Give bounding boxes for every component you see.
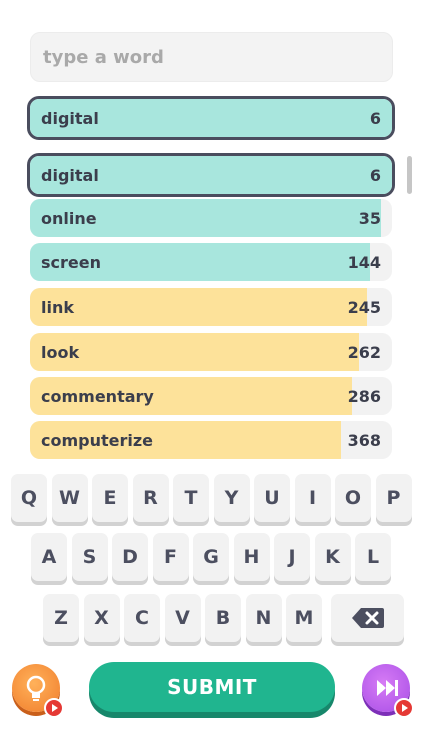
guess-row: online 35 bbox=[30, 199, 392, 237]
key-p[interactable]: P bbox=[375, 474, 412, 522]
key-x[interactable]: X bbox=[83, 594, 120, 642]
key-y[interactable]: Y bbox=[213, 474, 250, 522]
key-s[interactable]: S bbox=[71, 533, 108, 581]
key-k[interactable]: K bbox=[314, 533, 351, 581]
current-guess-row: digital 6 bbox=[27, 96, 395, 140]
guess-word: screen bbox=[41, 252, 101, 272]
guess-word: computerize bbox=[41, 430, 154, 450]
key-g[interactable]: G bbox=[193, 533, 229, 581]
key-u[interactable]: U bbox=[254, 474, 290, 522]
key-q[interactable]: Q bbox=[11, 474, 47, 522]
guess-rank: 35 bbox=[358, 208, 381, 228]
guess-word: look bbox=[41, 342, 80, 362]
backspace-icon bbox=[351, 608, 384, 628]
guess-row: screen 144 bbox=[30, 243, 392, 281]
key-o[interactable]: O bbox=[335, 474, 371, 522]
guess-word: link bbox=[41, 297, 74, 317]
guess-rank: 6 bbox=[369, 108, 381, 128]
guess-word: commentary bbox=[41, 386, 154, 406]
guess-fill bbox=[30, 333, 360, 371]
guess-rank: 144 bbox=[347, 252, 381, 272]
guess-rank: 286 bbox=[347, 386, 381, 406]
skip-button[interactable] bbox=[362, 664, 414, 718]
guess-word: digital bbox=[41, 165, 99, 185]
key-m[interactable]: M bbox=[286, 594, 322, 642]
guess-word: digital bbox=[41, 108, 99, 128]
list-scrollbar[interactable] bbox=[407, 156, 412, 194]
video-ad-badge-icon bbox=[394, 698, 414, 718]
key-b[interactable]: B bbox=[205, 594, 241, 642]
video-ad-badge-icon bbox=[44, 698, 64, 718]
word-input[interactable] bbox=[30, 32, 393, 82]
key-l[interactable]: L bbox=[355, 533, 391, 581]
guess-rank: 368 bbox=[347, 430, 381, 450]
key-t[interactable]: T bbox=[173, 474, 209, 522]
guess-row: computerize 368 bbox=[30, 421, 392, 459]
guess-word: online bbox=[41, 208, 97, 228]
key-r[interactable]: R bbox=[132, 474, 169, 522]
key-w[interactable]: W bbox=[51, 474, 88, 522]
key-j[interactable]: J bbox=[274, 533, 310, 581]
key-n[interactable]: N bbox=[245, 594, 282, 642]
key-e[interactable]: E bbox=[92, 474, 128, 522]
key-i[interactable]: I bbox=[294, 474, 331, 522]
key-v[interactable]: V bbox=[164, 594, 201, 642]
key-h[interactable]: H bbox=[233, 533, 270, 581]
key-c[interactable]: C bbox=[124, 594, 160, 642]
guess-row: commentary 286 bbox=[30, 377, 392, 415]
key-f[interactable]: F bbox=[152, 533, 189, 581]
guess-rank: 245 bbox=[347, 297, 381, 317]
guess-row: digital 6 bbox=[27, 153, 395, 197]
backspace-key[interactable] bbox=[331, 594, 404, 642]
submit-button[interactable]: SUBMIT bbox=[89, 662, 335, 712]
key-d[interactable]: D bbox=[112, 533, 148, 581]
key-z[interactable]: Z bbox=[43, 594, 79, 642]
hint-button[interactable] bbox=[12, 664, 64, 718]
key-a[interactable]: A bbox=[31, 533, 67, 581]
guess-rank: 262 bbox=[347, 342, 381, 362]
guess-rank: 6 bbox=[369, 165, 381, 185]
guess-row: link 245 bbox=[30, 288, 392, 326]
guess-row: look 262 bbox=[30, 333, 392, 371]
guess-fill bbox=[30, 288, 367, 326]
